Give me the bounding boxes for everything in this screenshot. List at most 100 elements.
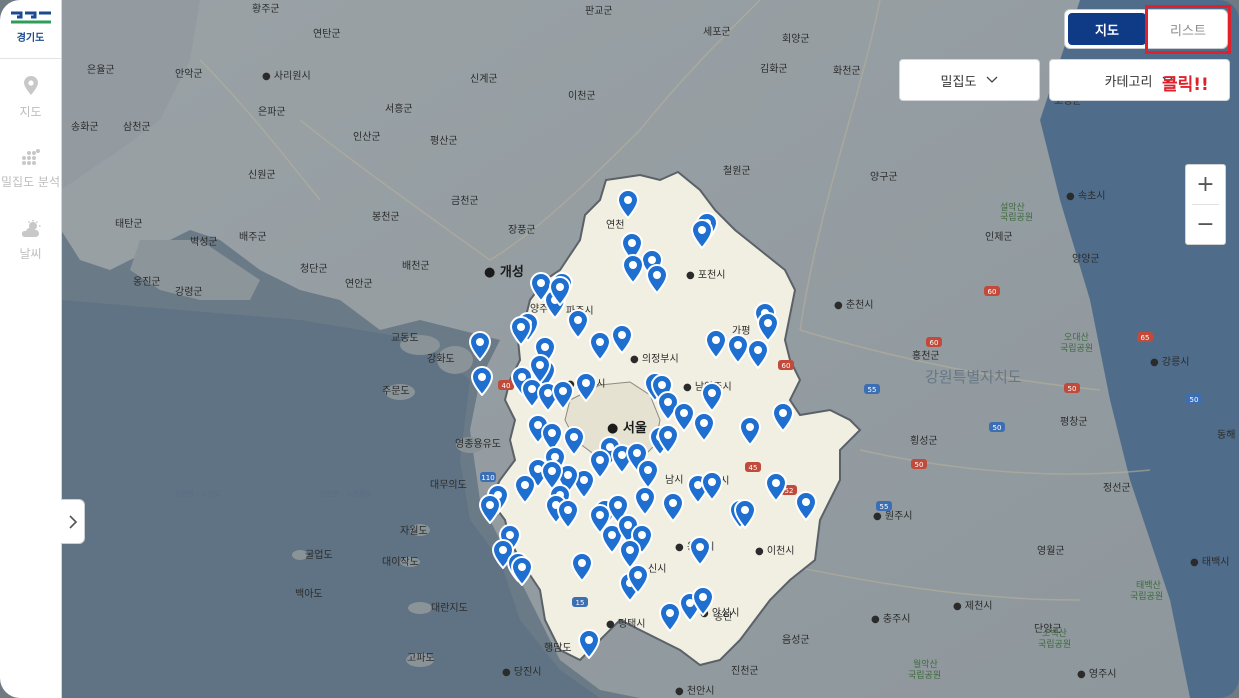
svg-text:신계군: 신계군: [470, 73, 498, 85]
svg-text:이천군: 이천군: [568, 90, 596, 102]
chevron-right-icon: [68, 514, 77, 529]
svg-text:김화군: 김화군: [760, 63, 788, 75]
list-view-tab[interactable]: 리스트: [1149, 10, 1227, 48]
zoom-out-button[interactable]: −: [1186, 205, 1225, 244]
svg-text:철원군: 철원군: [723, 165, 751, 177]
svg-text:행담도: 행담도: [544, 642, 572, 654]
svg-text:장풍군: 장풍군: [508, 224, 536, 236]
svg-text:65: 65: [1141, 334, 1150, 342]
svg-text:● 천안시: ● 천안시: [675, 685, 715, 697]
category-dropdown-label: 카테고리: [1104, 74, 1153, 90]
svg-text:연천: 연천: [606, 219, 624, 231]
svg-text:양구군: 양구군: [870, 171, 898, 183]
chevron-down-icon: [986, 76, 998, 83]
svg-text:인제군: 인제군: [985, 231, 1013, 243]
svg-text:회양군: 회양군: [782, 33, 810, 45]
svg-text:동해: 동해: [1217, 428, 1235, 441]
svg-text:55: 55: [868, 386, 877, 394]
sidebar-item-label: 날씨: [19, 247, 42, 261]
svg-text:● 영주시: ● 영주시: [1077, 668, 1117, 680]
svg-text:강원특별자치도: 강원특별자치도: [925, 368, 1022, 386]
view-toggle: 지도 리스트: [1064, 9, 1228, 49]
svg-text:영종용유도: 영종용유도: [455, 438, 501, 450]
svg-text:횡성군: 횡성군: [910, 435, 938, 447]
svg-text:백아도: 백아도: [295, 588, 323, 600]
map-canvas[interactable]: 황주군 판교군 연탄군 세포군 회양군 은율군 안악군 ● 사리원시 신계군 김…: [0, 0, 1239, 698]
svg-text:봉천군: 봉천군: [372, 211, 400, 223]
weather-icon: [21, 220, 40, 237]
svg-text:55: 55: [880, 503, 889, 511]
sidebar: 경기도 지도 밀집도 분석 날씨: [0, 0, 62, 698]
svg-text:신원군: 신원군: [248, 169, 276, 181]
svg-text:국립공원: 국립공원: [1000, 212, 1033, 223]
sidebar-item-density[interactable]: 밀집도 분석: [0, 148, 61, 190]
svg-text:강화도: 강화도: [427, 353, 455, 365]
svg-text:평산군: 평산군: [430, 135, 458, 147]
app-frame: 황주군 판교군 연탄군 세포군 회양군 은율군 안악군 ● 사리원시 신계군 김…: [0, 0, 1239, 698]
sidebar-divider: [0, 58, 61, 59]
svg-text:● 제천시: ● 제천시: [953, 600, 993, 612]
svg-text:● 원주시: ● 원주시: [873, 510, 913, 522]
svg-text:청단군: 청단군: [300, 263, 328, 275]
svg-text:신시: 신시: [648, 563, 666, 575]
svg-text:세포군: 세포군: [703, 26, 731, 38]
svg-text:화천군: 화천군: [833, 65, 861, 77]
svg-text:45: 45: [749, 464, 758, 472]
svg-text:대무의도: 대무의도: [430, 479, 467, 491]
svg-text:음성군: 음성군: [782, 634, 810, 646]
svg-text:평창군: 평창군: [1060, 416, 1088, 428]
sidebar-item-weather[interactable]: 날씨: [0, 220, 61, 262]
svg-text:50: 50: [915, 461, 924, 469]
svg-text:● 의정부시: ● 의정부시: [630, 353, 679, 365]
svg-text:● 개성: ● 개성: [484, 265, 524, 280]
click-annotation: 클릭!!: [1162, 75, 1209, 95]
density-dropdown-label: 밀집도: [940, 74, 977, 90]
svg-text:진천군: 진천군: [731, 665, 759, 677]
svg-text:교동도: 교동도: [391, 332, 419, 344]
logo-text: 경기도: [16, 33, 45, 44]
svg-text:설악산: 설악산: [1000, 201, 1025, 213]
sidebar-expand-button[interactable]: [61, 499, 85, 544]
svg-text:고파도: 고파도: [407, 652, 435, 664]
svg-text:● 태백시: ● 태백시: [1190, 556, 1230, 568]
svg-text:인천항 - 소청도: 인천항 - 소청도: [175, 489, 221, 498]
svg-text:강령군: 강령군: [175, 286, 203, 298]
svg-text:남시: 남시: [665, 474, 683, 486]
logo[interactable]: 경기도: [0, 10, 61, 50]
sidebar-item-map[interactable]: 지도: [0, 76, 61, 120]
svg-text:월악산: 월악산: [913, 658, 938, 670]
zoom-in-button[interactable]: +: [1186, 165, 1225, 204]
map-view-tab[interactable]: 지도: [1068, 13, 1146, 45]
svg-text:● 속초시: ● 속초시: [1066, 190, 1106, 202]
svg-text:● 이천시: ● 이천시: [755, 545, 795, 557]
svg-text:판교군: 판교군: [585, 5, 613, 17]
svg-text:배천군: 배천군: [402, 260, 430, 272]
density-dropdown[interactable]: 밀집도: [899, 59, 1040, 101]
zoom-control: + −: [1185, 164, 1226, 245]
svg-text:연탄군: 연탄군: [313, 28, 341, 40]
svg-text:● 충주시: ● 충주시: [871, 613, 911, 625]
svg-text:● 강릉시: ● 강릉시: [1150, 356, 1190, 368]
svg-text:52: 52: [785, 487, 794, 495]
svg-text:● 사리원시: ● 사리원시: [262, 70, 311, 82]
svg-text:국립공원: 국립공원: [1038, 639, 1071, 650]
svg-text:50: 50: [1190, 396, 1199, 404]
svg-text:정선군: 정선군: [1103, 482, 1131, 494]
svg-text:양양군: 양양군: [1072, 253, 1100, 265]
svg-text:60: 60: [782, 362, 791, 370]
svg-text:국립공원: 국립공원: [908, 670, 941, 681]
density-dots-icon: [21, 149, 40, 165]
svg-text:주문도: 주문도: [382, 385, 410, 397]
svg-text:오대산: 오대산: [1064, 332, 1089, 343]
svg-text:50: 50: [1068, 385, 1077, 393]
svg-text:15: 15: [576, 599, 585, 607]
svg-text:벽성군: 벽성군: [190, 236, 218, 248]
svg-text:배주군: 배주군: [239, 231, 267, 243]
svg-text:대란지도: 대란지도: [431, 602, 468, 614]
svg-text:국립공원: 국립공원: [1060, 343, 1093, 354]
svg-text:60: 60: [930, 339, 939, 347]
svg-text:● 춘천시: ● 춘천시: [834, 299, 874, 311]
svg-text:자월도: 자월도: [400, 525, 428, 537]
sidebar-item-label: 밀집도 분석: [0, 175, 60, 189]
svg-text:은율군: 은율군: [87, 64, 115, 76]
